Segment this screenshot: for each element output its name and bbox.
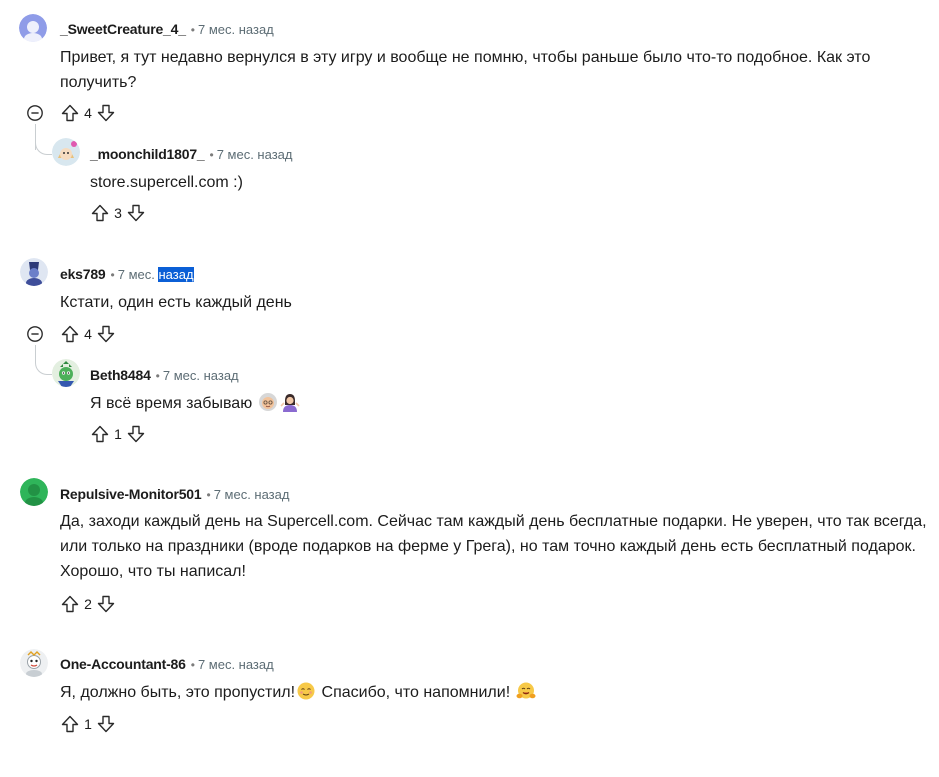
downvote-icon[interactable] [96,714,116,734]
separator: • [209,148,214,162]
timestamp[interactable]: 7 мес. назад [118,267,194,282]
separator: • [206,488,211,502]
thread-connector [35,134,52,155]
vote-count: 1 [114,426,122,442]
author-name[interactable]: _moonchild1807_ [90,146,205,162]
upvote-icon[interactable] [90,424,110,444]
upvote-icon[interactable] [60,103,80,123]
comment-meta: _moonchild1807_ • 7 мес. назад [90,144,292,165]
vote-bar: 4 [60,101,116,125]
avatar[interactable] [20,258,48,286]
timestamp-prefix: 7 мес. [117,267,155,282]
vote-count: 3 [114,205,122,221]
comment-meta: One-Accountant-86 • 7 мес. назад [60,654,274,675]
comment-meta: _SweetCreature_4_ • 7 мес. назад [60,19,274,40]
upvote-icon[interactable] [60,324,80,344]
author-name[interactable]: One-Accountant-86 [60,656,186,672]
comment-text: Кстати, один есть каждый день [60,294,292,311]
timestamp[interactable]: 7 мес. назад [198,657,274,672]
avatar[interactable] [20,649,48,677]
hugging-face-emoji-icon [516,682,536,699]
vote-count: 4 [84,105,92,121]
avatar[interactable] [52,138,80,166]
vote-bar: 1 [60,712,116,736]
author-name[interactable]: Beth8484 [90,367,151,383]
comment-text: Я, должно быть, это пропустил! Спасибо, … [60,680,930,705]
comment-text: Я всё время забываю [90,391,939,416]
downvote-icon[interactable] [96,594,116,614]
avatar[interactable] [19,14,47,42]
author-name[interactable]: eks789 [60,266,106,282]
comment-text-content: Я всё время забываю [90,395,253,412]
vote-bar: 3 [90,201,146,225]
vote-count: 4 [84,326,92,342]
separator: • [155,369,160,383]
author-name[interactable]: _SweetCreature_4_ [60,21,186,37]
woman-shrugging-emoji-icon [280,394,300,412]
vote-bar: 2 [60,592,116,616]
avatar[interactable] [20,478,48,506]
avatar[interactable] [52,359,80,387]
vote-count: 2 [84,596,92,612]
separator: • [190,23,195,37]
comment-text-content: Спасибо, что напомнили! [317,684,515,701]
comment-meta: eks789 • 7 мес. назад [60,264,194,285]
relieved-face-emoji-icon [297,682,315,700]
downvote-icon[interactable] [126,203,146,223]
timestamp[interactable]: 7 мес. назад [163,368,239,383]
author-name[interactable]: Repulsive-Monitor501 [60,486,202,502]
vote-bar: 1 [90,422,146,446]
vote-count: 1 [84,716,92,732]
upvote-icon[interactable] [60,594,80,614]
separator: • [190,658,195,672]
comment-meta: Repulsive-Monitor501 • 7 мес. назад [60,484,289,505]
upvote-icon[interactable] [90,203,110,223]
comment-text-content: Я, должно быть, это пропустил! [60,684,296,701]
comment-text: store.supercell.com :) [90,174,243,191]
timestamp[interactable]: 7 мес. назад [217,147,293,162]
downvote-icon[interactable] [96,324,116,344]
upvote-icon[interactable] [60,714,80,734]
separator: • [110,268,115,282]
timestamp[interactable]: 7 мес. назад [198,22,274,37]
timestamp[interactable]: 7 мес. назад [214,487,290,502]
old-woman-emoji-icon [258,393,277,411]
thread-connector [35,354,52,375]
selected-text-highlight: назад [158,267,194,282]
downvote-icon[interactable] [126,424,146,444]
comment-meta: Beth8484 • 7 мес. назад [90,365,239,386]
vote-bar: 4 [60,322,116,346]
downvote-icon[interactable] [96,103,116,123]
collapse-thread-icon[interactable] [26,325,44,343]
comment-text: Да, заходи каждый день на Supercell.com.… [60,513,927,580]
collapse-thread-icon[interactable] [26,104,44,122]
comment-text: Привет, я тут недавно вернулся в эту игр… [60,49,871,91]
